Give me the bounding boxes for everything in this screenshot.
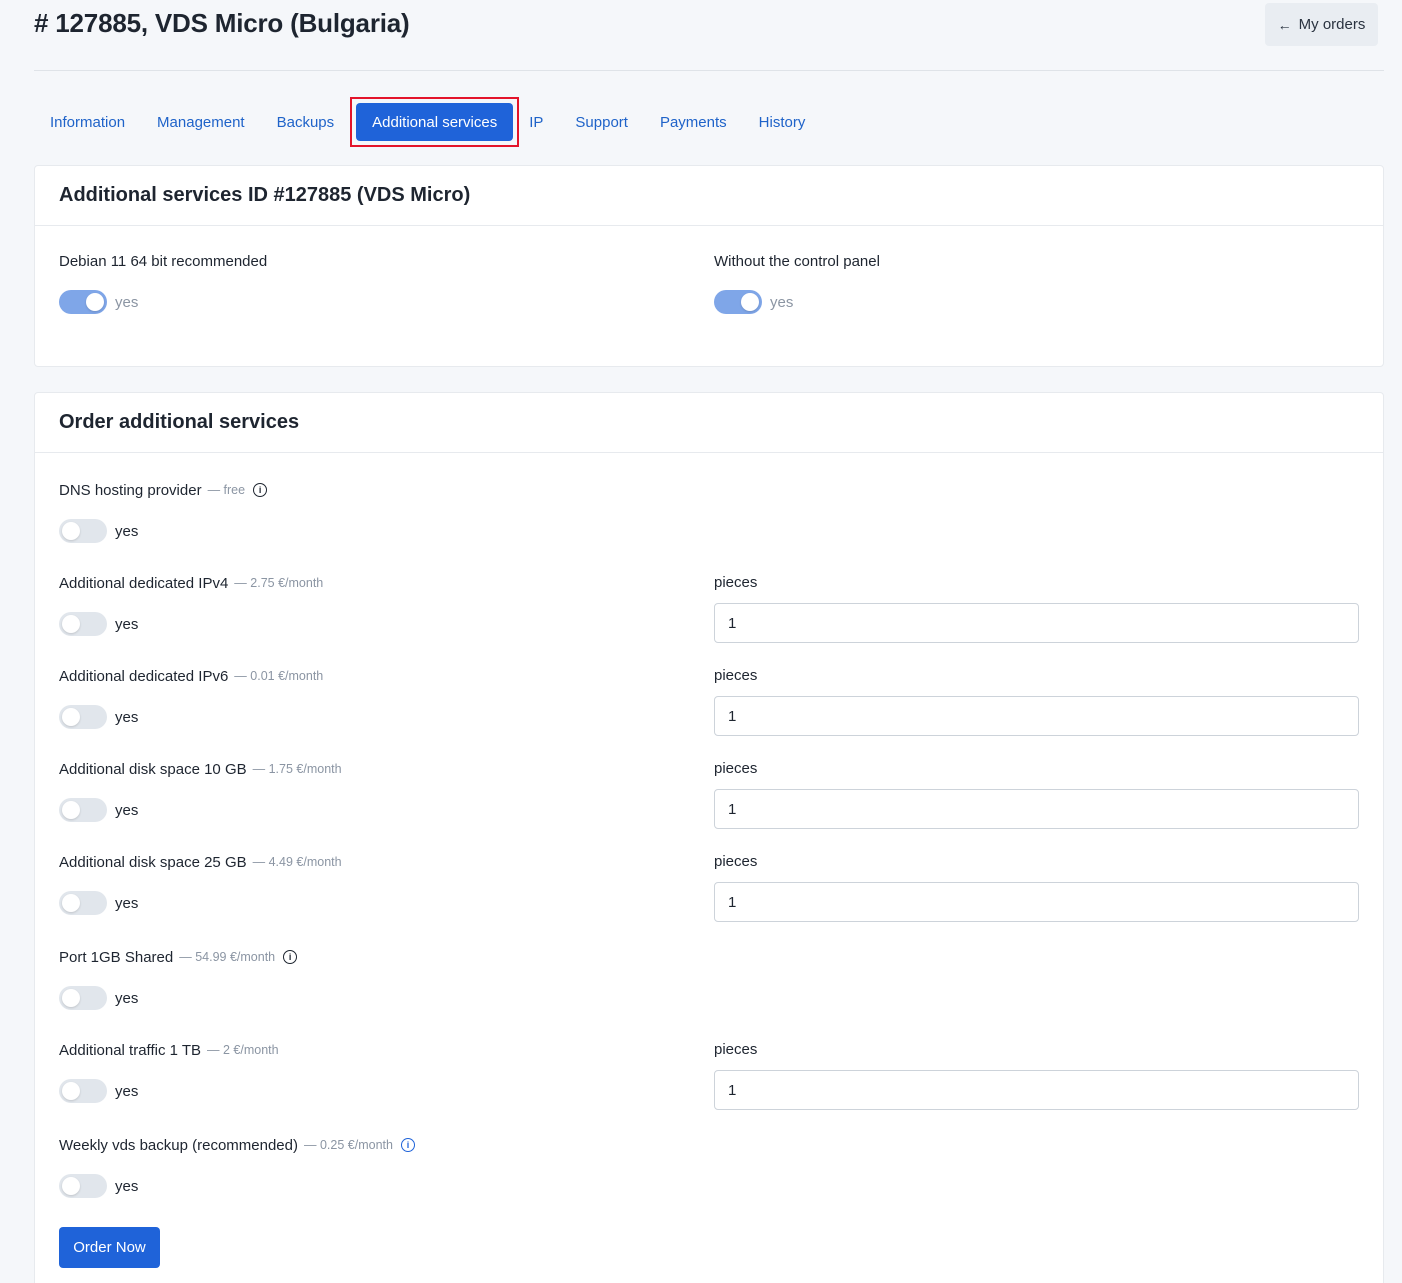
os-field: Debian 11 64 bit recommended (59, 251, 267, 271)
toggle-text: yes (115, 615, 139, 633)
tab-bar: Information Management Backups Additiona… (34, 96, 821, 148)
page-header: # 127885, VDS Micro (Bulgaria) ← My orde… (34, 0, 1384, 71)
tab-history[interactable]: History (743, 114, 822, 131)
service-disk-25gb: Additional disk space 25 GB — 4.49 €/mon… (59, 852, 342, 872)
service-label: DNS hosting provider — free i (59, 480, 268, 500)
ipv6-toggle-row: yes (59, 705, 138, 729)
my-orders-label: My orders (1298, 16, 1366, 33)
info-icon[interactable]: i (400, 1138, 415, 1152)
disk-25gb-pieces-input[interactable] (714, 882, 1359, 922)
service-disk-10gb: Additional disk space 10 GB — 1.75 €/mon… (59, 759, 342, 779)
service-ipv4: Additional dedicated IPv4 — 2.75 €/month (59, 573, 323, 593)
toggle-text: yes (115, 801, 139, 819)
service-label: Weekly vds backup (recommended) — 0.25 €… (59, 1135, 415, 1155)
current-services-title: Additional services ID #127885 (VDS Micr… (35, 166, 1383, 226)
ipv4-pieces-label: pieces (714, 574, 758, 591)
order-services-card: Order additional services DNS hosting pr… (34, 392, 1384, 1283)
service-price: — 4.49 €/month (252, 855, 342, 869)
ipv6-pieces-label: pieces (714, 667, 758, 684)
os-toggle-text: yes (115, 293, 139, 311)
control-panel-toggle-row: yes (714, 290, 793, 314)
info-icon[interactable]: i (283, 950, 298, 964)
port-1gb-toggle[interactable] (59, 986, 107, 1010)
os-label: Debian 11 64 bit recommended (59, 252, 268, 270)
tab-management[interactable]: Management (141, 114, 261, 131)
service-weekly-backup: Weekly vds backup (recommended) — 0.25 €… (59, 1135, 415, 1155)
order-now-button[interactable]: Order Now (59, 1227, 160, 1268)
service-port-1gb: Port 1GB Shared — 54.99 €/month i (59, 947, 298, 967)
service-price: — 2 €/month (207, 1043, 279, 1057)
my-orders-button[interactable]: ← My orders (1265, 3, 1378, 46)
control-panel-field: Without the control panel (714, 251, 880, 271)
service-name: Additional disk space 10 GB (59, 760, 247, 778)
port-1gb-toggle-row: yes (59, 986, 138, 1010)
tab-payments[interactable]: Payments (644, 114, 743, 131)
control-panel-toggle-text: yes (770, 293, 794, 311)
disk-10gb-toggle[interactable] (59, 798, 107, 822)
service-name: Additional disk space 25 GB (59, 853, 247, 871)
traffic-1tb-pieces-label: pieces (714, 1041, 758, 1058)
ipv4-toggle[interactable] (59, 612, 107, 636)
control-panel-toggle[interactable] (714, 290, 762, 314)
traffic-1tb-pieces-input[interactable] (714, 1070, 1359, 1110)
service-name: Weekly vds backup (recommended) (59, 1136, 298, 1154)
tab-ip[interactable]: IP (521, 114, 559, 131)
control-panel-label: Without the control panel (714, 252, 880, 270)
service-price: — free (207, 483, 246, 497)
service-label: Additional dedicated IPv6 — 0.01 €/month (59, 666, 323, 686)
toggle-text: yes (115, 708, 139, 726)
service-label: Additional dedicated IPv4 — 2.75 €/month (59, 573, 323, 593)
weekly-backup-toggle[interactable] (59, 1174, 107, 1198)
current-services-card: Additional services ID #127885 (VDS Micr… (34, 165, 1384, 367)
order-services-title: Order additional services (35, 393, 1383, 453)
service-ipv6: Additional dedicated IPv6 — 0.01 €/month (59, 666, 323, 686)
service-label: Port 1GB Shared — 54.99 €/month i (59, 947, 298, 967)
service-name: DNS hosting provider (59, 481, 202, 499)
dns-hosting-toggle[interactable] (59, 519, 107, 543)
disk-25gb-pieces-label: pieces (714, 853, 758, 870)
traffic-1tb-toggle[interactable] (59, 1079, 107, 1103)
service-price: — 54.99 €/month (179, 950, 276, 964)
os-toggle[interactable] (59, 290, 107, 314)
disk-10gb-toggle-row: yes (59, 798, 138, 822)
ipv6-pieces-input[interactable] (714, 696, 1359, 736)
tab-additional-services[interactable]: Additional services (356, 103, 514, 141)
tab-support[interactable]: Support (559, 114, 644, 131)
disk-25gb-toggle[interactable] (59, 891, 107, 915)
service-label: Additional disk space 10 GB — 1.75 €/mon… (59, 759, 342, 779)
service-dns-hosting: DNS hosting provider — free i (59, 480, 268, 500)
service-name: Additional dedicated IPv6 (59, 667, 229, 685)
toggle-text: yes (115, 522, 139, 540)
service-price: — 1.75 €/month (252, 762, 342, 776)
service-price: — 0.01 €/month (234, 669, 324, 683)
page-title: # 127885, VDS Micro (Bulgaria) (34, 8, 410, 38)
ipv4-toggle-row: yes (59, 612, 138, 636)
disk-10gb-pieces-label: pieces (714, 760, 758, 777)
arrow-left-icon: ← (1277, 16, 1292, 33)
toggle-text: yes (115, 989, 139, 1007)
weekly-backup-toggle-row: yes (59, 1174, 138, 1198)
disk-10gb-pieces-input[interactable] (714, 789, 1359, 829)
service-label: Additional traffic 1 TB — 2 €/month (59, 1040, 279, 1060)
info-icon[interactable]: i (253, 483, 268, 497)
tab-information[interactable]: Information (34, 114, 141, 131)
service-traffic-1tb: Additional traffic 1 TB — 2 €/month (59, 1040, 279, 1060)
service-price: — 2.75 €/month (234, 576, 324, 590)
toggle-text: yes (115, 1177, 139, 1195)
service-price: — 0.25 €/month (304, 1138, 393, 1152)
toggle-text: yes (115, 894, 139, 912)
dns-hosting-toggle-row: yes (59, 519, 138, 543)
active-tab-highlight: Additional services (350, 97, 520, 147)
service-name: Additional dedicated IPv4 (59, 574, 229, 592)
disk-25gb-toggle-row: yes (59, 891, 138, 915)
os-toggle-row: yes (59, 290, 138, 314)
ipv6-toggle[interactable] (59, 705, 107, 729)
service-name: Additional traffic 1 TB (59, 1041, 202, 1059)
traffic-1tb-toggle-row: yes (59, 1079, 138, 1103)
service-label: Additional disk space 25 GB — 4.49 €/mon… (59, 852, 342, 872)
toggle-text: yes (115, 1082, 139, 1100)
tab-backups[interactable]: Backups (261, 114, 351, 131)
service-name: Port 1GB Shared (59, 948, 174, 966)
ipv4-pieces-input[interactable] (714, 603, 1359, 643)
